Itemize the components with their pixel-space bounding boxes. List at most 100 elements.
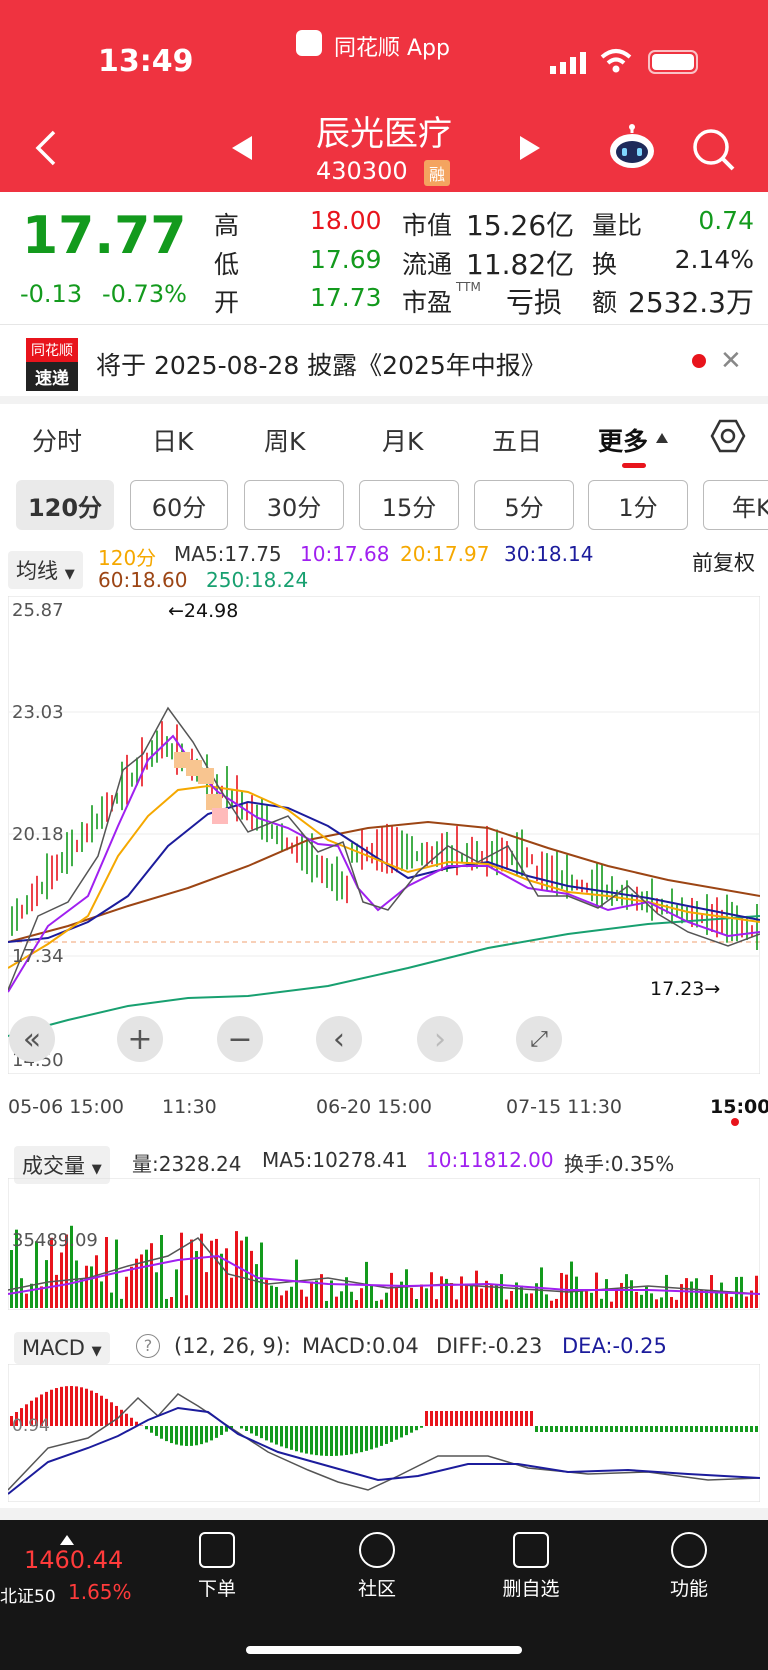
volume-bar [215,1238,218,1308]
tab-weekly-k[interactable]: 周K [264,422,305,458]
macd-bar [335,1426,338,1456]
search-icon[interactable] [692,128,736,176]
volume-bar [660,1297,663,1308]
macd-bar [155,1426,158,1436]
volume-bar [605,1279,608,1308]
remove-icon [513,1532,549,1568]
period-30min[interactable]: 30分 [244,480,344,530]
macd-bar [470,1411,473,1426]
zoom-out-icon[interactable]: − [217,1016,263,1062]
last-price: 17.77 [22,206,187,266]
volume-bar [650,1293,653,1308]
high-label: 高 [214,211,240,240]
macd-bar [410,1426,413,1433]
news-text[interactable]: 将于 2025-08-28 披露《2025年中报》 [96,346,546,382]
adjust-mode[interactable]: 前复权 [692,547,755,577]
rewind-icon[interactable]: « [9,1016,55,1062]
macd-bar [180,1426,183,1446]
macd-bar [605,1426,608,1432]
macd-value: MACD:0.04 [302,1334,419,1358]
volume-bar [590,1292,593,1308]
macd-bar [510,1411,513,1426]
margin-badge: 融 [424,160,451,186]
volume-bar [255,1264,258,1308]
period-5min[interactable]: 5分 [474,480,574,530]
macd-bar [325,1426,328,1456]
nav-remove-watchlist[interactable]: 删自选 [486,1532,576,1601]
kline-chart[interactable] [8,596,760,1074]
volume-bar [135,1258,138,1308]
volume-bar [260,1242,263,1308]
close-icon[interactable]: ✕ [720,346,742,376]
period-120min[interactable]: 120分 [16,480,114,530]
assistant-robot-icon[interactable] [608,124,656,174]
macd-params: (12, 26, 9): [174,1334,291,1358]
volume-bar [195,1251,198,1308]
time-axis-3: 06-20 15:00 [316,1096,433,1118]
macd-dea: DEA:-0.25 [562,1334,667,1358]
volume-bar [20,1278,23,1308]
scroll-right-icon[interactable]: › [417,1016,463,1062]
volume-bar [190,1239,193,1308]
macd-bar [415,1426,418,1431]
macd-bar [290,1426,293,1450]
macd-bar [600,1426,603,1432]
volume-bar [355,1300,358,1308]
tab-more[interactable]: 更多 [598,422,648,458]
macd-bar [490,1411,493,1426]
amount-label: 额 [592,288,618,317]
volume-bar [380,1299,383,1308]
volume-bar [145,1249,148,1308]
volume-bar [230,1277,233,1308]
ma-selector[interactable]: 均线 ▼ [8,551,83,589]
time-axis-2: 11:30 [162,1096,217,1118]
zoom-in-icon[interactable]: + [117,1016,163,1062]
tab-daily-k[interactable]: 日K [152,422,193,458]
volume-bar [340,1291,343,1308]
tab-monthly-k[interactable]: 月K [382,422,423,458]
period-60min[interactable]: 60分 [130,480,228,530]
news-logo: 同花顺 速递 [26,338,78,391]
macd-selector[interactable]: MACD ▼ [14,1332,110,1364]
macd-bar [625,1426,628,1432]
scroll-left-icon[interactable]: ‹ [316,1016,362,1062]
macd-bar [525,1411,528,1426]
macd-bar [405,1426,408,1436]
macd-bar [480,1411,483,1426]
macd-bar [485,1411,488,1426]
news-logo-bottom: 速递 [26,362,78,391]
fullscreen-icon[interactable]: ⤢ [516,1016,562,1062]
volume-bar [130,1266,133,1308]
nav-order[interactable]: 下单 [172,1532,262,1601]
period-15min[interactable]: 15分 [359,480,459,530]
volume-bar [510,1290,513,1308]
macd-bar [730,1426,733,1432]
settings-icon[interactable] [710,418,746,458]
index-pct: 1.65% [68,1580,132,1604]
tab-intraday[interactable]: 分时 [32,422,82,458]
macd-chart[interactable] [8,1364,760,1502]
macd-bar [740,1426,743,1432]
period-1min[interactable]: 1分 [588,480,688,530]
macd-bar [190,1426,193,1446]
open-value: 17.73 [310,283,382,312]
battery-icon [648,50,698,74]
macd-bar [145,1426,148,1430]
macd-selector-label: MACD [22,1336,85,1360]
volume-bar [640,1294,643,1308]
volume-bar [95,1255,98,1308]
index-value[interactable]: 1460.44 [24,1546,123,1574]
mktcap-label: 市值 [402,211,453,240]
nav-functions[interactable]: 功能 [644,1532,734,1601]
volume-bar [470,1285,473,1308]
period-yearly-k[interactable]: 年K [703,480,768,530]
macd-bar [675,1426,678,1432]
volume-bar [85,1265,88,1308]
volume-chart[interactable] [8,1178,760,1310]
header-bar: 13:49 同花顺 App 辰光医疗 430300 融 [0,0,768,192]
tab-five-day[interactable]: 五日 [492,422,542,458]
nav-community[interactable]: 社区 [332,1532,422,1601]
next-stock-icon[interactable] [518,134,542,166]
back-icon[interactable] [34,128,58,172]
help-icon[interactable]: ? [136,1334,160,1358]
